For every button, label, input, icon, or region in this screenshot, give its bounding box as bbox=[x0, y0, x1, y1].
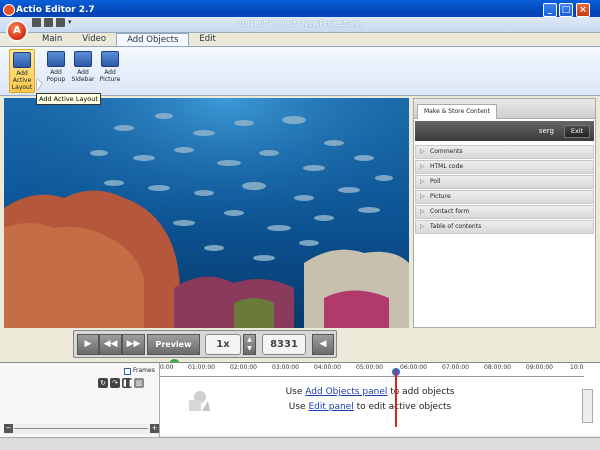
timeline-vertical-scrollbar[interactable] bbox=[582, 389, 593, 423]
hint-2-prefix: Use bbox=[288, 402, 309, 412]
exit-button[interactable]: Exit bbox=[564, 125, 590, 138]
redo-icon[interactable]: ↷ bbox=[110, 378, 120, 388]
tab-add-objects[interactable]: Add Objects bbox=[116, 33, 190, 47]
hint-1-prefix: Use bbox=[285, 387, 306, 397]
preview-button[interactable]: Preview ▶ bbox=[147, 334, 200, 370]
add-popup-label: Add Popup bbox=[46, 69, 66, 83]
volume-button[interactable]: ◀ bbox=[312, 334, 334, 355]
shapes-icon bbox=[189, 391, 210, 411]
refresh-icon[interactable]: ↻ bbox=[98, 378, 108, 388]
zoom-in-button[interactable]: + bbox=[150, 424, 159, 433]
timeline-hint: Use Add Objects panel to add objects Use… bbox=[160, 387, 580, 412]
playback-controls: ▶ ◀◀ ▶▶ Preview ▶ 1x ▲▼ 8331 ◀ bbox=[73, 330, 337, 370]
tick-label: 0:00 bbox=[160, 364, 174, 371]
content-item-list: Comments HTML code Poll Picture Contact … bbox=[415, 145, 594, 235]
username: serg bbox=[538, 127, 554, 135]
tick-label: 03:00:00 bbox=[272, 364, 299, 371]
add-sidebar-button[interactable]: Add Sidebar bbox=[70, 49, 96, 93]
add-objects-panel-link[interactable]: Add Objects panel bbox=[305, 387, 387, 397]
make-store-content-tab[interactable]: Make & Store Content bbox=[417, 104, 497, 119]
tick-label: 05:00:00 bbox=[356, 364, 383, 371]
play-button[interactable]: ▶ bbox=[77, 334, 99, 355]
maximize-button[interactable]: □ bbox=[559, 3, 573, 17]
timeline-tools: ↻ ↷ ❚❚ ▥ bbox=[98, 378, 144, 388]
tab-edit[interactable]: Edit bbox=[189, 33, 225, 47]
content-item-contact-form[interactable]: Contact form bbox=[415, 205, 594, 219]
user-bar: serg Exit bbox=[415, 121, 594, 141]
speaker-icon: ◀ bbox=[319, 339, 327, 349]
app-icon bbox=[3, 4, 15, 16]
frame-counter: 8331 bbox=[262, 334, 306, 355]
speed-value: 1x bbox=[205, 334, 241, 355]
content-panel: Make & Store Content serg Exit Comments … bbox=[413, 98, 596, 328]
speed-stepper[interactable]: ▲ ▼ bbox=[243, 334, 256, 355]
edit-panel-link[interactable]: Edit panel bbox=[308, 402, 353, 412]
tick-label: 10:0 bbox=[570, 364, 584, 371]
underwater-scene-image bbox=[4, 98, 409, 328]
app-logo-button[interactable]: A bbox=[6, 20, 28, 42]
layout-icon bbox=[13, 52, 31, 68]
add-picture-label: Add Picture bbox=[99, 69, 121, 83]
window-title: Actio Editor 2.7 bbox=[16, 5, 95, 15]
project-title: Current Project: NewProject.avs bbox=[236, 19, 364, 28]
tooltip: Add Active Layout bbox=[36, 93, 101, 105]
sidebar-icon bbox=[74, 51, 92, 67]
frames-label: Frames bbox=[133, 367, 155, 374]
content-item-comments[interactable]: Comments bbox=[415, 145, 594, 159]
pause-icon[interactable]: ❚❚ bbox=[122, 378, 134, 388]
content-item-table-of-contents[interactable]: Table of contents bbox=[415, 220, 594, 234]
tick-label: 04:00:00 bbox=[314, 364, 341, 371]
ribbon: Add Active Layout Add Popup Add Sidebar … bbox=[0, 46, 600, 96]
timeline-ruler[interactable]: 0:00 01:00:00 02:00:00 03:00:00 04:00:00… bbox=[160, 363, 584, 377]
zoom-out-button[interactable]: − bbox=[4, 424, 13, 433]
zoom-slider-track[interactable] bbox=[14, 428, 148, 429]
frames-checkbox[interactable] bbox=[124, 368, 131, 375]
content-item-picture[interactable]: Picture bbox=[415, 190, 594, 204]
popup-icon bbox=[47, 51, 65, 67]
ribbon-tabs: Main Video Add Objects Edit bbox=[32, 33, 226, 47]
timeline-horizontal-scrollbar[interactable]: − + bbox=[4, 424, 159, 434]
content-item-html-code[interactable]: HTML code bbox=[415, 160, 594, 174]
preview-label: Preview bbox=[155, 340, 192, 349]
hint-2-suffix: to edit active objects bbox=[353, 402, 452, 412]
add-popup-button[interactable]: Add Popup bbox=[43, 49, 69, 93]
add-picture-button[interactable]: Add Picture bbox=[97, 49, 123, 93]
fast-forward-button[interactable]: ▶▶ bbox=[122, 334, 145, 355]
add-sidebar-label: Add Sidebar bbox=[71, 69, 95, 83]
rewind-button[interactable]: ◀◀ bbox=[99, 334, 122, 355]
add-active-layout-label: Add Active Layout bbox=[11, 70, 33, 91]
tick-label: 09:00:00 bbox=[526, 364, 553, 371]
add-active-layout-button[interactable]: Add Active Layout bbox=[9, 49, 35, 93]
tick-label: 01:00:00 bbox=[188, 364, 215, 371]
hint-1-suffix: to add objects bbox=[387, 387, 455, 397]
tab-main[interactable]: Main bbox=[32, 33, 72, 47]
delete-icon[interactable]: ▥ bbox=[134, 378, 144, 388]
close-button[interactable]: × bbox=[576, 3, 590, 17]
content-item-poll[interactable]: Poll bbox=[415, 175, 594, 189]
tick-label: 07:00:00 bbox=[442, 364, 469, 371]
minimize-button[interactable]: _ bbox=[543, 3, 557, 17]
picture-icon bbox=[101, 51, 119, 67]
tick-label: 08:00:00 bbox=[484, 364, 511, 371]
tab-video[interactable]: Video bbox=[72, 33, 116, 47]
tick-label: 06:00:00 bbox=[400, 364, 427, 371]
status-bar bbox=[0, 437, 600, 450]
playhead[interactable] bbox=[395, 370, 397, 427]
mouse-cursor bbox=[37, 79, 42, 91]
video-preview[interactable] bbox=[4, 98, 409, 328]
tick-label: 02:00:00 bbox=[230, 364, 257, 371]
